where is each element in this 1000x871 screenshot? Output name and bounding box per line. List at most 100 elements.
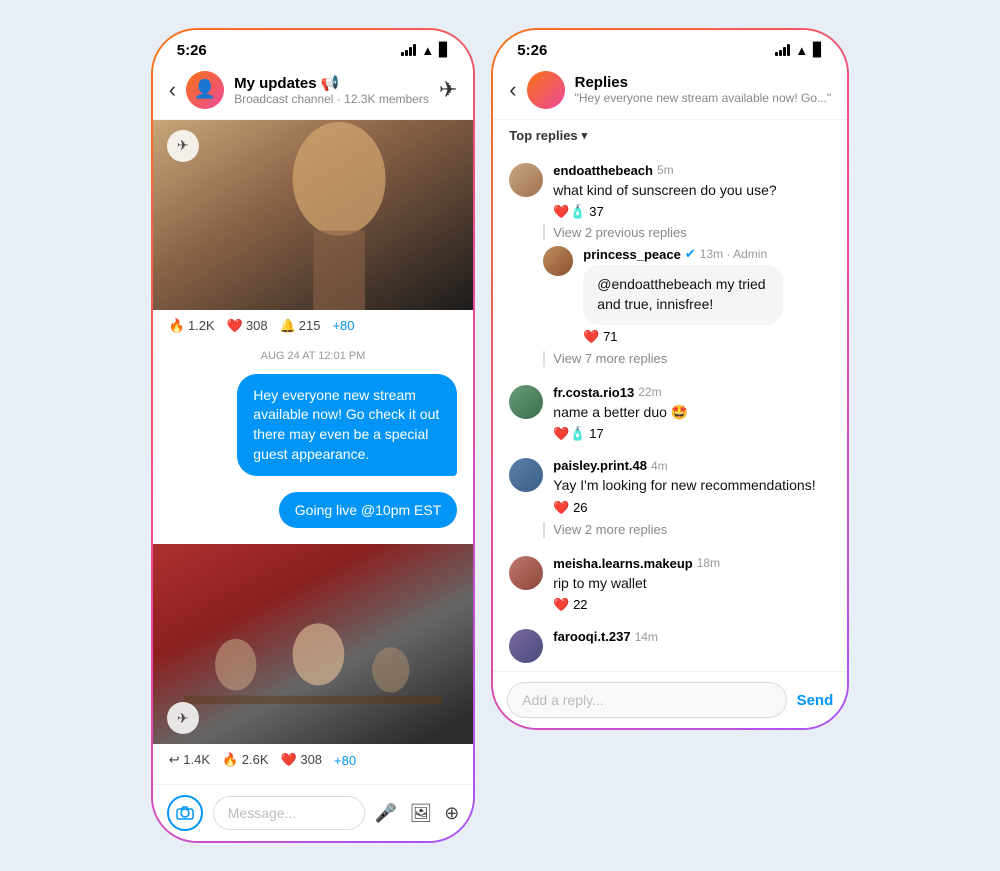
- reply-placeholder: Add a reply...: [522, 692, 603, 708]
- reply-time-3: 4m: [651, 459, 668, 473]
- left-phone-wrapper: 5:26 ▲ ▊ ‹: [151, 28, 476, 843]
- channel-name: My updates 📢: [234, 74, 429, 92]
- message-bubble-2: Going live @10pm EST: [153, 484, 474, 532]
- reply-meta-3: paisley.print.48 4m: [553, 458, 831, 473]
- top-replies-bar: Top replies ▾: [493, 120, 847, 151]
- signal-icon-right: [775, 44, 790, 56]
- reaction-fire-2[interactable]: 🔥 2.6K: [222, 752, 269, 768]
- battery-icon-left: ▊: [439, 42, 449, 58]
- forward-button-post1[interactable]: ✈: [167, 130, 199, 162]
- reply-item-3: paisley.print.48 4m Yay I'm looking for …: [493, 450, 847, 520]
- thread-connector-1: View 2 previous replies: [493, 224, 847, 240]
- status-bar-right: 5:26 ▲ ▊: [493, 30, 847, 63]
- message-input-row: Message... 🎤 🖼 ⊕: [153, 784, 474, 841]
- left-phone: 5:26 ▲ ▊ ‹: [153, 30, 474, 841]
- top-replies-label: Top replies: [509, 128, 577, 143]
- reaction-heart-2[interactable]: ❤️ 308: [281, 752, 323, 768]
- message-placeholder: Message...: [228, 805, 296, 821]
- send-icon-header[interactable]: ✈: [439, 77, 457, 103]
- status-bar-left: 5:26 ▲ ▊: [153, 30, 474, 63]
- verified-icon: ✔: [685, 246, 696, 262]
- reply-reactions-4[interactable]: ❤️ 22: [553, 597, 831, 613]
- right-phone-wrapper: 5:26 ▲ ▊ ‹: [491, 28, 849, 731]
- post2-image-container: ✈: [153, 544, 474, 744]
- reply-content-1: endoatthebeach 5m what kind of sunscreen…: [553, 163, 831, 221]
- reply-content-2: fr.costa.rio13 22m name a better duo 🤩 ❤…: [553, 385, 831, 443]
- avatar-r1: [509, 163, 543, 197]
- back-button-left[interactable]: ‹: [169, 77, 176, 103]
- time-right: 5:26: [517, 42, 547, 59]
- view-more-2[interactable]: View 7 more replies: [553, 351, 667, 366]
- reply-meta-4: meisha.learns.makeup 18m: [553, 556, 831, 571]
- send-button[interactable]: Send: [797, 692, 834, 709]
- back-button-right[interactable]: ‹: [509, 77, 516, 103]
- message-input[interactable]: Message...: [213, 796, 365, 830]
- thread-connector-3: View 2 more replies: [493, 520, 847, 544]
- thread-line-3: [543, 522, 545, 538]
- view-more-1[interactable]: View 2 previous replies: [553, 225, 686, 240]
- reply-username-3: paisley.print.48: [553, 458, 647, 473]
- reaction-reply-2[interactable]: ↩ 1.4K: [169, 752, 210, 768]
- reply-time-4: 18m: [697, 556, 720, 570]
- reply-reactions-1[interactable]: ❤️🧴 37: [553, 204, 831, 220]
- reply-reactions-3[interactable]: ❤️ 26: [553, 500, 831, 516]
- forward-button-post2[interactable]: ✈: [167, 702, 199, 734]
- reply-input[interactable]: Add a reply...: [507, 682, 786, 718]
- reaction-heart-1[interactable]: ❤️ 308: [227, 318, 268, 334]
- reply-time-2: 22m: [638, 385, 661, 399]
- channel-avatar: 👤: [186, 71, 224, 109]
- reply-text-admin: @endoatthebeach my tried and true, innis…: [597, 275, 769, 314]
- plus-icon[interactable]: ⊕: [444, 803, 459, 824]
- status-icons-left: ▲ ▊: [401, 42, 449, 58]
- image-icon[interactable]: 🖼: [409, 803, 432, 824]
- phones-container: 5:26 ▲ ▊ ‹: [151, 28, 850, 843]
- message-bubble-1: Hey everyone new stream available now! G…: [153, 370, 474, 480]
- reaction-more-1[interactable]: +80: [332, 318, 354, 333]
- reaction-fire-1[interactable]: 🔥 1.2K: [169, 318, 215, 334]
- reply-reactions-2[interactable]: ❤️🧴 17: [553, 426, 831, 442]
- reply-username-4: meisha.learns.makeup: [553, 556, 692, 571]
- battery-icon-right: ▊: [813, 42, 823, 58]
- replies-header: ‹ Replies "Hey everyone new: [493, 63, 847, 120]
- reply-item-admin: princess_peace ✔ 13m · Admin @endoattheb…: [493, 240, 847, 348]
- reply-time-admin: 13m · Admin: [700, 247, 767, 261]
- replies-title: Replies: [575, 74, 832, 91]
- reply-item-4: meisha.learns.makeup 18m rip to my walle…: [493, 548, 847, 618]
- reply-username-5: farooqi.t.237: [553, 629, 630, 644]
- signal-icon-left: [401, 44, 416, 56]
- replies-info: Replies "Hey everyone new stream availab…: [575, 74, 832, 105]
- reply-meta-2: fr.costa.rio13 22m: [553, 385, 831, 400]
- right-phone: 5:26 ▲ ▊ ‹: [493, 30, 847, 729]
- reply-content-3: paisley.print.48 4m Yay I'm looking for …: [553, 458, 831, 516]
- wifi-icon-left: ▲: [421, 43, 434, 58]
- post1-image: [153, 120, 474, 310]
- reply-meta-5: farooqi.t.237 14m: [553, 629, 831, 644]
- reply-username-1: endoatthebeach: [553, 163, 653, 178]
- avatar-r8: [509, 556, 543, 590]
- reply-text-3: Yay I'm looking for new recommendations!: [553, 476, 831, 496]
- view-more-3[interactable]: View 2 more replies: [553, 522, 667, 537]
- bubble-text-1: Hey everyone new stream available now! G…: [237, 374, 457, 476]
- reply-text-1: what kind of sunscreen do you use?: [553, 181, 831, 201]
- reply-reactions-admin[interactable]: ❤️ 71: [583, 329, 831, 345]
- post2-image: [153, 544, 474, 744]
- reply-content-4: meisha.learns.makeup 18m rip to my walle…: [553, 556, 831, 614]
- thread-line-1: [543, 224, 545, 240]
- status-icons-right: ▲ ▊: [775, 42, 823, 58]
- reaction-bell-1[interactable]: 🔔 215: [280, 318, 321, 334]
- channel-sub: Broadcast channel · 12.3K members: [234, 92, 429, 106]
- thread-line-2: [543, 351, 545, 367]
- reply-username-2: fr.costa.rio13: [553, 385, 634, 400]
- input-icons: 🎤 🖼 ⊕: [375, 803, 459, 824]
- reaction-more-2[interactable]: +80: [334, 753, 356, 768]
- post1-image-container: ✈: [153, 120, 474, 310]
- svg-text:👤: 👤: [194, 78, 216, 99]
- chevron-down-icon[interactable]: ▾: [582, 129, 588, 142]
- reply-meta-admin: princess_peace ✔ 13m · Admin: [583, 246, 831, 262]
- channel-info: My updates 📢 Broadcast channel · 12.3K m…: [234, 74, 429, 106]
- reply-meta-1: endoatthebeach 5m: [553, 163, 831, 178]
- avatar-r5: [509, 385, 543, 419]
- reply-input-row: Add a reply... Send: [493, 671, 847, 728]
- camera-button[interactable]: [167, 795, 203, 831]
- mic-icon[interactable]: 🎤: [375, 803, 397, 824]
